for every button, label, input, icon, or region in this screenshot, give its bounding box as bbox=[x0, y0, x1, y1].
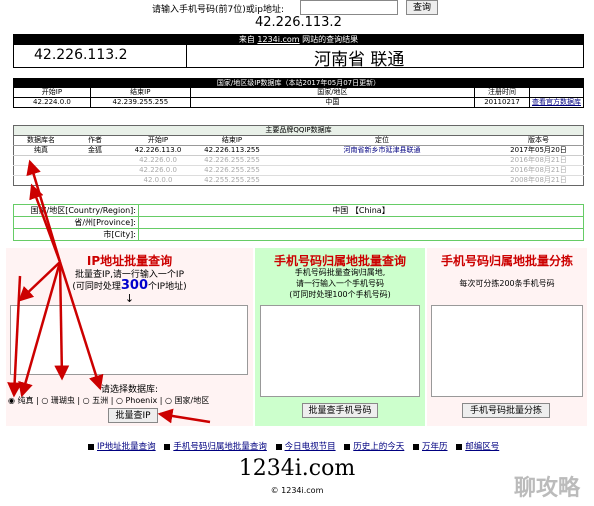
watermark: 聊攻略 bbox=[514, 476, 581, 501]
footer-link-calendar[interactable]: 万年历 bbox=[422, 442, 448, 452]
footer-logo[interactable]: 1234i.com bbox=[0, 456, 594, 481]
footer-link-tv[interactable]: 今日电视节目 bbox=[285, 442, 336, 452]
footer-link-ip-batch[interactable]: IP地址批量查询 bbox=[97, 442, 156, 452]
footer-links: IP地址批量查询 手机号码归属地批量查询 今日电视节目 历史上的今天 万年历 邮… bbox=[82, 440, 594, 452]
bullet-icon bbox=[88, 443, 94, 450]
footer-link-zipcode[interactable]: 邮编区号 bbox=[465, 442, 499, 452]
bullet-icon bbox=[413, 443, 419, 450]
footer-copyright: © 1234i.com bbox=[270, 486, 324, 495]
bullet-icon bbox=[344, 443, 351, 450]
bullet-icon bbox=[275, 443, 282, 450]
annotation-arrows bbox=[7, 159, 211, 424]
bullet-icon bbox=[456, 443, 463, 450]
footer-link-phone-batch[interactable]: 手机号码归属地批量查询 bbox=[173, 442, 267, 452]
footer-link-history[interactable]: 历史上的今天 bbox=[353, 442, 404, 452]
bullet-icon bbox=[164, 443, 171, 450]
